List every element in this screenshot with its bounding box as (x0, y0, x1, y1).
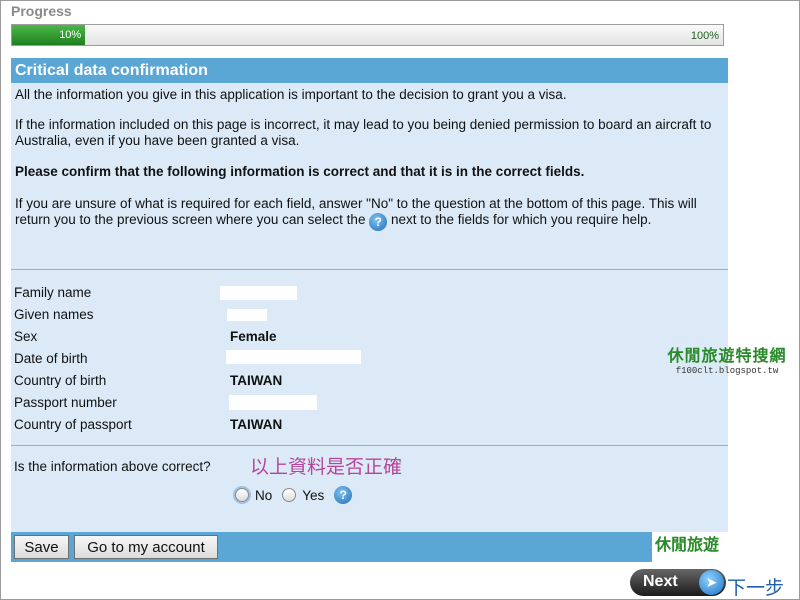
progress-end-label: 100% (690, 30, 719, 42)
confirm-question: Is the information above correct? (14, 459, 211, 474)
progress-fill: 10% (12, 25, 86, 45)
help-icon: ? (369, 213, 388, 231)
radio-no[interactable] (235, 488, 249, 502)
country-of-passport-label: Country of passport (14, 417, 132, 432)
progress-title: Progress (11, 3, 72, 19)
watermark-bottom: 休閒旅遊 (655, 535, 720, 554)
redaction-mark (229, 395, 317, 410)
passport-number-label: Passport number (14, 395, 117, 410)
help-paragraph: If you are unsure of what is required fo… (15, 196, 723, 231)
next-annotation: 下一步 (727, 578, 785, 599)
watermark-title: 休閒旅遊特搜網 (667, 346, 787, 365)
progress-start-label: 10% (59, 29, 82, 41)
watermark-url: f100clt.blogspot.tw (675, 366, 779, 376)
country-of-birth-label: Country of birth (14, 373, 107, 388)
next-button[interactable]: Next ➤ (630, 569, 726, 596)
divider (11, 269, 728, 270)
go-to-account-button[interactable]: Go to my account (74, 535, 218, 559)
confirm-radio-group: No Yes ? (235, 486, 353, 504)
sex-value: Female (230, 329, 277, 344)
confirm-instruction: Please confirm that the following inform… (15, 164, 585, 179)
next-button-label: Next (643, 573, 678, 590)
help-icon[interactable]: ? (334, 486, 353, 504)
radio-yes[interactable] (282, 488, 297, 502)
family-name-label: Family name (14, 285, 92, 300)
sex-label: Sex (14, 329, 38, 344)
divider (11, 445, 728, 446)
section-title: Critical data confirmation (11, 58, 728, 83)
arrow-right-circle-icon: ➤ (699, 570, 724, 595)
watermark: 休閒旅遊特搜網 f100clt.blogspot.tw (664, 342, 790, 376)
radio-yes-label[interactable]: Yes (302, 488, 324, 503)
redaction-mark (220, 286, 297, 300)
button-bar: Save Go to my account (11, 532, 652, 562)
save-button[interactable]: Save (14, 535, 69, 559)
progress-bar: 10% 100% (11, 24, 724, 46)
question-annotation: 以上資料是否正確 (250, 457, 403, 478)
redaction-mark (227, 309, 267, 321)
redaction-mark (226, 350, 361, 364)
confirmation-panel: Critical data confirmation All the infor… (11, 58, 728, 532)
help-paragraph-end: next to the fields for which you require… (390, 212, 652, 227)
warning-paragraph: If the information included on this page… (15, 117, 712, 148)
intro-paragraph: All the information you give in this app… (15, 87, 567, 102)
country-of-birth-value: TAIWAN (230, 373, 283, 388)
date-of-birth-label: Date of birth (14, 351, 88, 366)
given-names-label: Given names (14, 307, 94, 322)
country-of-passport-value: TAIWAN (230, 417, 283, 432)
radio-no-label[interactable]: No (255, 488, 272, 503)
